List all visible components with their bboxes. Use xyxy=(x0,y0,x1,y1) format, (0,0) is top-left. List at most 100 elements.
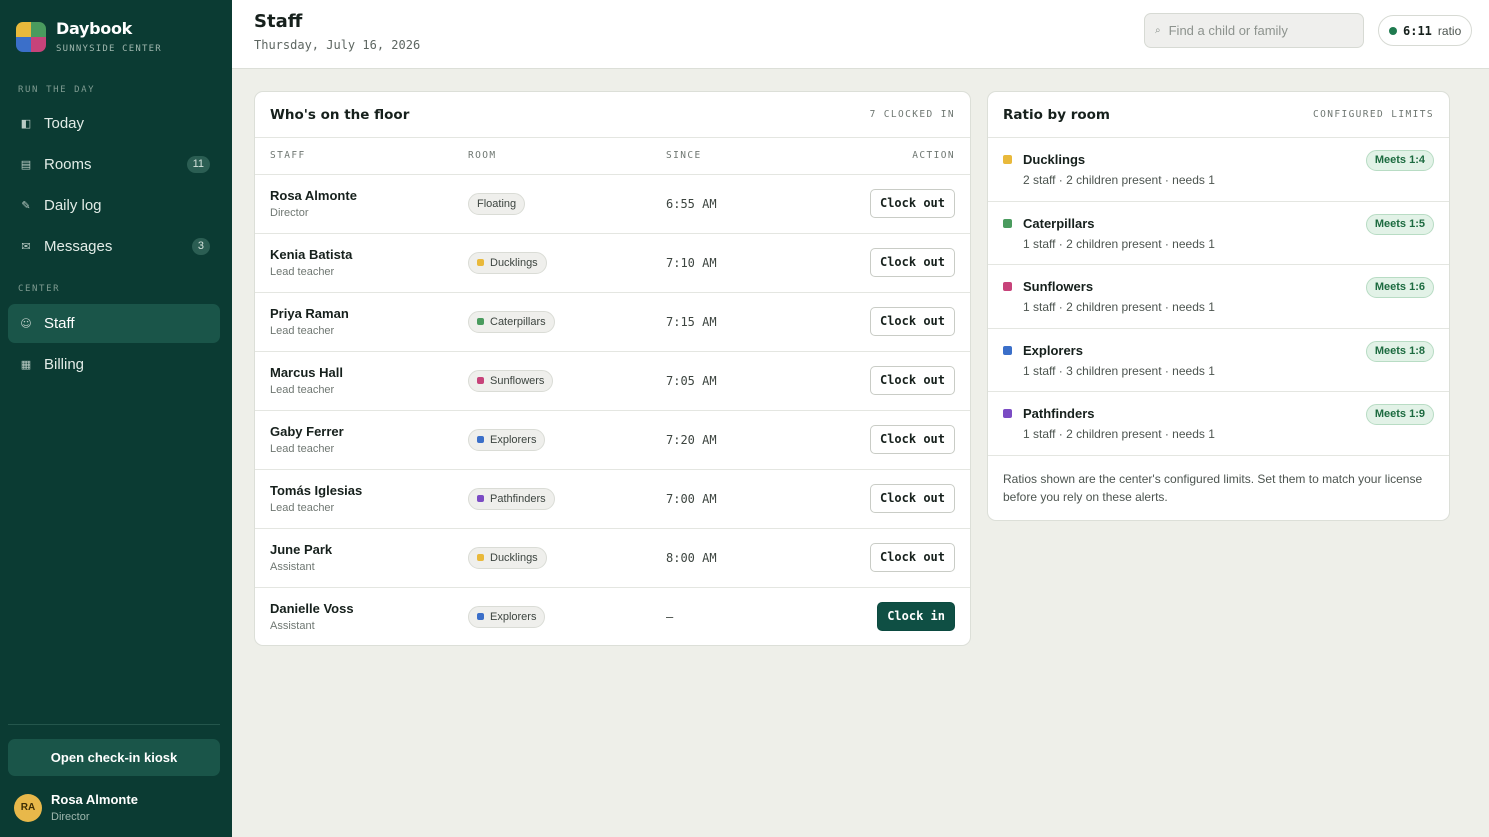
clock-out-button[interactable]: Clock out xyxy=(869,189,955,218)
room-cell: Explorers xyxy=(453,587,651,645)
user-profile[interactable]: RA Rosa Almonte Director xyxy=(14,792,138,823)
table-row: Marcus Hall Lead teacher Sunflowers 7:05… xyxy=(255,351,970,411)
room-cell: Floating xyxy=(453,174,651,234)
ratio-indicator[interactable]: 6:11 ratio xyxy=(1378,15,1473,46)
clock-out-button[interactable]: Clock out xyxy=(869,425,955,454)
room-color-square-icon xyxy=(1003,155,1012,164)
since-cell: 7:00 AM xyxy=(651,469,801,529)
page-date: Thursday, July 16, 2026 xyxy=(254,38,421,52)
since-cell: 7:10 AM xyxy=(651,233,801,293)
ratio-card-header: Ratio by room CONFIGURED LIMITS xyxy=(988,92,1449,138)
action-cell: Clock out xyxy=(801,174,970,234)
user-role: Director xyxy=(51,811,90,823)
room-chip: Explorers xyxy=(468,428,546,451)
since-time: 7:20 AM xyxy=(666,432,717,447)
room-cell: Sunflowers xyxy=(453,351,651,411)
room-chip-label: Pathfinders xyxy=(490,492,546,505)
list-item: Explorers 1 staff · 3 children present ·… xyxy=(988,329,1449,392)
since-time: 7:05 AM xyxy=(666,373,717,388)
today-icon: ◧ xyxy=(20,117,32,130)
staff-role: Director xyxy=(270,207,309,219)
sidebar-item-daily-log[interactable]: ✎ Daily log xyxy=(8,186,220,225)
floor-card: Who's on the floor 7 CLOCKED IN STAFF RO… xyxy=(254,91,971,646)
staff-cell: June Park Assistant xyxy=(255,528,453,588)
list-item: Caterpillars 1 staff · 2 children presen… xyxy=(988,202,1449,265)
rooms-icon: ▤ xyxy=(20,158,32,171)
logo-quadrant xyxy=(31,36,46,52)
billing-icon: ▦ xyxy=(20,358,32,371)
room-chip: Floating xyxy=(468,192,526,215)
room-chip-label: Ducklings xyxy=(490,551,538,564)
action-cell: Clock out xyxy=(801,233,970,293)
sidebar-item-staff[interactable]: ☺ Staff xyxy=(8,304,220,343)
table-header-row: STAFF ROOM SINCE ACTION xyxy=(255,138,970,175)
clocked-in-count: 7 CLOCKED IN xyxy=(869,109,955,120)
since-time: 8:00 AM xyxy=(666,550,717,565)
table-row: Kenia Batista Lead teacher Ducklings 7:1… xyxy=(255,233,970,293)
brand[interactable]: Daybook SUNNYSIDE CENTER xyxy=(16,19,162,54)
room-color-dot-icon xyxy=(477,259,484,266)
room-chip-label: Floating xyxy=(477,197,517,210)
staff-role: Lead teacher xyxy=(270,266,335,278)
clock-out-button[interactable]: Clock out xyxy=(869,248,955,277)
daybook-logo-icon xyxy=(16,21,46,52)
staff-name: Danielle Voss xyxy=(270,601,354,617)
since-cell: 7:15 AM xyxy=(651,292,801,352)
clock-out-button[interactable]: Clock out xyxy=(869,543,955,572)
action-cell: Clock out xyxy=(801,410,970,470)
room-chip-label: Caterpillars xyxy=(490,315,546,328)
sidebar-item-label: Staff xyxy=(44,315,75,332)
sidebar-item-today[interactable]: ◧ Today xyxy=(8,104,220,143)
sidebar-item-billing[interactable]: ▦ Billing xyxy=(8,345,220,384)
room-detail: 1 staff · 2 children present · needs 1 xyxy=(1023,427,1215,441)
sidebar-item-label: Rooms xyxy=(44,156,92,173)
staff-cell: Marcus Hall Lead teacher xyxy=(255,351,453,411)
action-cell: Clock out xyxy=(801,528,970,588)
since-cell: 8:00 AM xyxy=(651,528,801,588)
since-cell: 7:20 AM xyxy=(651,410,801,470)
clock-out-button[interactable]: Clock out xyxy=(869,366,955,395)
table-row: Tomás Iglesias Lead teacher Pathfinders … xyxy=(255,469,970,529)
room-chip-label: Explorers xyxy=(490,610,537,623)
list-item: Sunflowers 1 staff · 2 children present … xyxy=(988,265,1449,329)
pencil-icon: ✎ xyxy=(21,199,31,212)
action-cell: Clock in xyxy=(801,587,970,645)
since-time: 7:10 AM xyxy=(666,255,717,270)
room-detail: 1 staff · 3 children present · needs 1 xyxy=(1023,363,1215,378)
configured-limits-label: CONFIGURED LIMITS xyxy=(1312,109,1434,120)
staff-cell: Kenia Batista Lead teacher xyxy=(255,233,453,293)
staff-name: June Park xyxy=(270,542,333,557)
staff-name: Tomás Iglesias xyxy=(270,483,363,498)
room-chip-label: Ducklings xyxy=(490,256,538,269)
column-header-room: ROOM xyxy=(453,138,651,175)
sidebar-item-messages[interactable]: ✉ Messages 3 xyxy=(8,227,220,266)
since-time: 7:00 AM xyxy=(666,491,717,506)
clock-out-button[interactable]: Clock out xyxy=(869,484,955,513)
table-row: June Park Assistant Ducklings 8:00 AM Cl… xyxy=(255,528,970,588)
nav-section-center: CENTER xyxy=(18,284,61,294)
search-box[interactable]: ⌕ xyxy=(1144,13,1364,48)
logo-quadrant xyxy=(16,36,31,52)
ratio-status-badge: Meets 1:6 xyxy=(1365,277,1434,298)
sidebar-item-rooms[interactable]: ▤ Rooms 11 xyxy=(8,145,220,184)
since-time: — xyxy=(666,609,674,624)
room-chip: Caterpillars xyxy=(468,310,555,333)
clock-in-button[interactable]: Clock in xyxy=(877,602,955,632)
staff-table: STAFF ROOM SINCE ACTION Rosa Almonte Dir… xyxy=(255,138,970,645)
ratio-card-title: Ratio by room xyxy=(1003,106,1110,123)
staff-name: Marcus Hall xyxy=(270,365,343,380)
room-chip-label: Explorers xyxy=(490,433,537,446)
sidebar-item-label: Messages xyxy=(44,238,113,255)
room-color-square-icon xyxy=(1003,218,1012,228)
room-chip: Sunflowers xyxy=(468,369,554,392)
page-title: Staff xyxy=(254,11,303,32)
nav-section-run-the-day: RUN THE DAY xyxy=(18,85,96,95)
open-check-in-kiosk-button[interactable]: Open check-in kiosk xyxy=(8,739,220,776)
brand-name: Daybook xyxy=(56,19,132,38)
sidebar-item-label: Daily log xyxy=(44,197,102,214)
rooms-count-badge: 11 xyxy=(186,156,210,173)
staff-icon: ☺ xyxy=(20,317,32,330)
clock-out-button[interactable]: Clock out xyxy=(869,307,955,336)
staff-cell: Priya Raman Lead teacher xyxy=(255,292,453,352)
search-input[interactable] xyxy=(1168,23,1349,38)
